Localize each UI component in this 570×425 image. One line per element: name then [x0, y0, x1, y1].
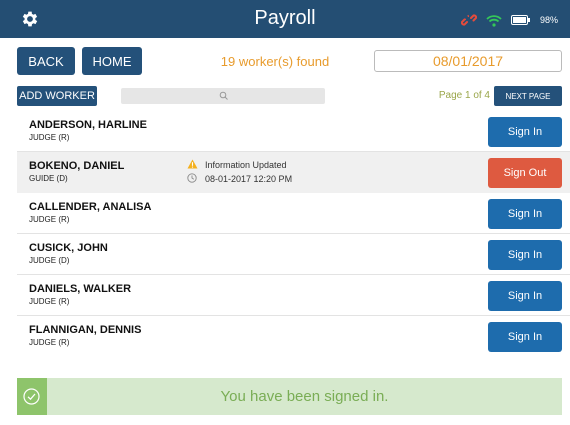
worker-name: CALLENDER, ANALISA — [29, 201, 152, 213]
worker-role: GUIDE (D) — [29, 174, 68, 183]
info-text: Information Updated — [205, 160, 287, 170]
date-field[interactable]: 08/01/2017 — [374, 50, 562, 72]
battery-percent: 98% — [539, 15, 558, 25]
search-icon — [219, 91, 228, 100]
worker-name: DANIELS, WALKER — [29, 283, 132, 295]
battery-icon — [510, 15, 530, 25]
wifi-icon — [486, 14, 502, 27]
broken-link-icon — [460, 14, 477, 26]
clock-icon — [187, 173, 197, 183]
add-worker-button[interactable]: ADD WORKER — [17, 86, 97, 106]
worker-role: JUDGE (R) — [29, 133, 70, 142]
back-button[interactable]: BACK — [17, 47, 75, 75]
checkmark-icon — [23, 388, 40, 405]
sign-out-button[interactable]: Sign Out — [488, 158, 562, 188]
status-area: 98% — [460, 11, 558, 29]
worker-row-cusick: CUSICK, JOHN JUDGE (D) Sign In — [17, 234, 570, 275]
success-toast: You have been signed in. — [17, 378, 562, 415]
sign-in-button[interactable]: Sign In — [488, 322, 562, 352]
sign-in-button[interactable]: Sign In — [488, 281, 562, 311]
worker-name: CUSICK, JOHN — [29, 242, 108, 254]
workers-found-count: 19 worker(s) found — [220, 54, 330, 69]
worker-role: JUDGE (R) — [29, 297, 70, 306]
worker-row-anderson: ANDERSON, HARLINE JUDGE (R) Sign In — [17, 111, 570, 152]
page-indicator: Page 1 of 4 — [438, 90, 490, 101]
home-button[interactable]: HOME — [82, 47, 142, 75]
sign-in-button[interactable]: Sign In — [488, 117, 562, 147]
next-page-button[interactable]: NEXT PAGE — [494, 86, 562, 106]
toast-message: You have been signed in. — [220, 388, 389, 405]
worker-row-callender: CALLENDER, ANALISA JUDGE (R) Sign In — [17, 193, 570, 234]
worker-role: JUDGE (R) — [29, 215, 70, 224]
toast-icon-box — [17, 378, 47, 415]
info-timestamp: 08-01-2017 12:20 PM — [205, 174, 293, 184]
info-update: Information Updated 08-01-2017 12:20 PM — [187, 159, 367, 187]
worker-name: BOKENO, DANIEL — [29, 160, 125, 172]
worker-row-flannigan: FLANNIGAN, DENNIS JUDGE (R) Sign In — [17, 316, 570, 357]
worker-row-daniels: DANIELS, WALKER JUDGE (R) Sign In — [17, 275, 570, 316]
worker-role: JUDGE (D) — [29, 256, 70, 265]
sign-in-button[interactable]: Sign In — [488, 199, 562, 229]
worker-name: ANDERSON, HARLINE — [29, 119, 147, 131]
worker-row-bokeno: BOKENO, DANIEL GUIDE (D) Information Upd… — [17, 152, 570, 193]
sign-in-button[interactable]: Sign In — [488, 240, 562, 270]
worker-name: FLANNIGAN, DENNIS — [29, 324, 142, 336]
app-header: Payroll 98% — [0, 0, 570, 38]
warning-icon — [187, 159, 198, 169]
search-input[interactable] — [121, 88, 325, 104]
worker-role: JUDGE (R) — [29, 338, 70, 347]
